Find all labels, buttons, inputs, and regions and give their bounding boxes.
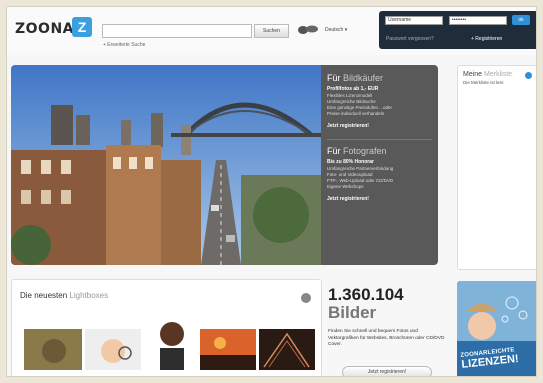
globe-icon bbox=[298, 25, 318, 34]
lightbox-thumbnail[interactable] bbox=[85, 329, 141, 370]
page: ZOONAR Z Suchen + Erweiterte Suche Deuts… bbox=[6, 6, 537, 377]
lightboxes-panel: Die neuesten Lightboxes bbox=[11, 279, 322, 376]
login-button[interactable]: ok bbox=[512, 15, 530, 25]
lightbox-thumbnail[interactable] bbox=[259, 329, 315, 370]
photographers-highlight: Bis zu 80% Honorar bbox=[327, 159, 374, 165]
lightboxes-title-plain: Die neuesten bbox=[20, 291, 68, 300]
license-ad-banner[interactable]: ZOONARLEICHTE LIZENZEN! bbox=[457, 281, 536, 376]
panel-divider bbox=[327, 139, 432, 140]
lightbox-thumbnail[interactable] bbox=[200, 329, 256, 370]
logo-mark-icon: Z bbox=[72, 17, 92, 37]
password-field[interactable]: •••••••• bbox=[449, 16, 507, 25]
watchlist-title-accent: Merkliste bbox=[484, 71, 513, 78]
search-button[interactable]: Suchen bbox=[254, 24, 289, 38]
hero-info-panel: Für Bildkäufer Profilfotos ab 1,- EUR Fl… bbox=[321, 65, 438, 265]
sydney-harbour-photo[interactable] bbox=[11, 65, 321, 265]
lightboxes-more-button[interactable] bbox=[301, 293, 311, 303]
buyers-line: Preise individuell verhandeln bbox=[327, 111, 385, 116]
watchlist-title-plain: Meine bbox=[463, 71, 483, 78]
lightboxes-title: Die neuesten Lightboxes bbox=[20, 291, 108, 300]
image-count: 1.360.104 bbox=[328, 285, 404, 304]
buyers-highlight: Profilfotos ab 1,- EUR bbox=[327, 86, 379, 92]
image-count-description: Finden Sie schnell und bequem Fotos und … bbox=[328, 329, 445, 347]
watchlist-title: Meine Merkliste bbox=[463, 71, 532, 78]
info-icon[interactable] bbox=[525, 72, 532, 79]
buyers-title-accent: Bildkäufer bbox=[343, 73, 384, 83]
language-selector[interactable]: Deutsch ▾ bbox=[325, 27, 347, 33]
login-box: Username •••••••• ok Passwort vergessen?… bbox=[379, 11, 536, 49]
register-link[interactable]: + Registrieren bbox=[471, 36, 502, 42]
photographers-title-plain: Für bbox=[327, 146, 341, 156]
watchlist-box: Meine Merkliste Die Merkliste ist leer. bbox=[457, 65, 536, 270]
header: ZOONAR Z Suchen + Erweiterte Suche Deuts… bbox=[7, 7, 536, 55]
advanced-search-link[interactable]: + Erweiterte Suche bbox=[103, 42, 145, 48]
hero-banner: Für Bildkäufer Profilfotos ab 1,- EUR Fl… bbox=[11, 65, 438, 265]
photographers-title: Für Fotografen bbox=[327, 146, 432, 156]
photographers-title-accent: Fotografen bbox=[343, 146, 387, 156]
lightbox-thumbnail[interactable] bbox=[152, 314, 192, 370]
watchlist-empty-text: Die Merkliste ist leer. bbox=[463, 80, 505, 85]
lightboxes-title-accent: Lightboxes bbox=[69, 291, 109, 300]
photographers-register-link[interactable]: Jetzt registrieren! bbox=[327, 196, 432, 202]
username-field[interactable]: Username bbox=[385, 16, 443, 25]
search-input[interactable] bbox=[102, 24, 252, 38]
image-count-label: Bilder bbox=[328, 303, 377, 322]
forgot-password-link[interactable]: Passwort vergessen? bbox=[386, 36, 434, 42]
buyers-title: Für Bildkäufer bbox=[327, 73, 432, 83]
register-button[interactable]: Jetzt registrieren! bbox=[342, 366, 432, 376]
buyers-register-link[interactable]: Jetzt registrieren! bbox=[327, 123, 432, 129]
lightbox-thumbnail[interactable] bbox=[24, 329, 82, 370]
photographers-line: Eigene Webshops bbox=[327, 184, 364, 189]
buyers-title-plain: Für bbox=[327, 73, 341, 83]
